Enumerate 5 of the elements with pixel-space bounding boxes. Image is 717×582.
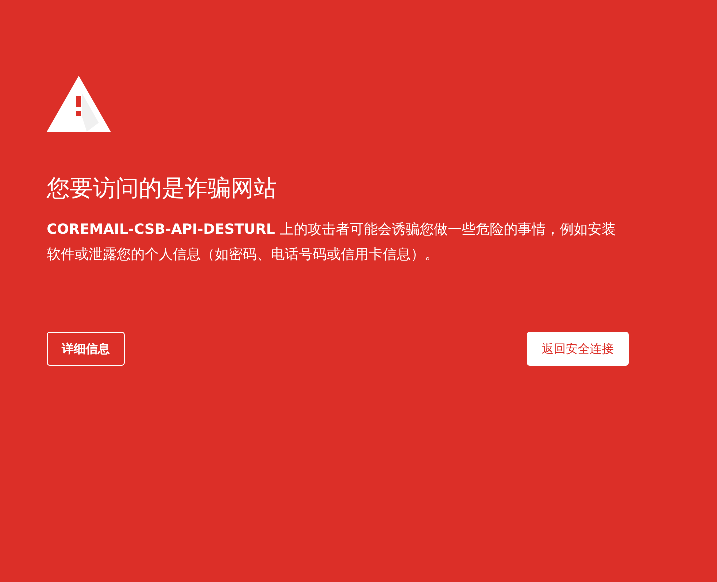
details-button[interactable]: 详细信息 xyxy=(47,332,125,366)
back-to-safety-button[interactable]: 返回安全连接 xyxy=(527,332,629,366)
warning-icon xyxy=(47,76,111,132)
warning-message: COREMAIL-CSB-API-DESTURL 上的攻击者可能会诱骗您做一些危险的事情，例如安装软件或泄露您的个人信息（如密码、电话号码或信用卡信息）。 xyxy=(47,221,617,265)
page-heading: 您要访问的是诈骗网站 xyxy=(47,175,278,204)
